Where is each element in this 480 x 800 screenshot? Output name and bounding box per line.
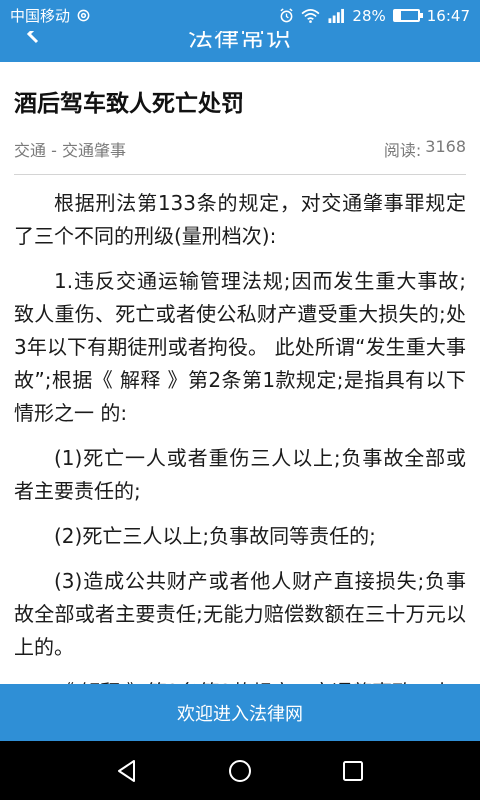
welcome-banner-button[interactable]: 欢迎进入法律网	[0, 684, 480, 741]
wifi-icon	[301, 9, 320, 23]
status-right: 28% 16:47	[279, 7, 470, 25]
page-title: 法律常识	[187, 31, 292, 52]
nav-back-button[interactable]	[112, 756, 142, 786]
article-content: 根据刑法第133条的规定，对交通肇事罪规定了三个不同的刑级(量刑档次): 1.违…	[14, 187, 466, 684]
paragraph: (1)死亡一人或者重伤三人以上;负事故全部或者主要责任的;	[14, 446, 466, 503]
article-category[interactable]: 交通 - 交通肇事	[14, 137, 126, 161]
carrier-label: 中国移动	[10, 7, 71, 25]
battery-level	[394, 11, 402, 20]
nav-home-button[interactable]	[225, 756, 255, 786]
paragraph: 根据刑法第133条的规定，对交通肇事罪规定了三个不同的刑级(量刑档次):	[14, 191, 466, 248]
paragraph: 《 解释 》第2条第2款规定：交通肇事致一人	[14, 676, 466, 684]
read-count-value: 3168	[425, 137, 466, 156]
status-left: 中国移动	[10, 5, 91, 26]
paragraph: (3)造成公共财产或者他人财产直接损失;负事故全部或者主要责任;无能力赔偿数额在…	[14, 569, 466, 659]
article-title: 酒后驾车致人死亡处罚	[14, 91, 244, 117]
alarm-icon	[280, 8, 293, 23]
read-label: 阅读:	[383, 141, 422, 160]
app-bar: 法律常识	[0, 31, 480, 62]
paragraph: 1.违反交通运输管理法规;因而发生重大事故;致人重伤、死亡或者使公私财产遭受重大…	[14, 269, 466, 425]
welcome-banner-label: 欢迎进入法律网	[177, 703, 303, 725]
nav-recents-button[interactable]	[338, 756, 368, 786]
battery-percent: 28%	[352, 6, 386, 25]
recents-square-icon	[343, 760, 364, 781]
signal-icon	[328, 8, 345, 23]
paragraph: (2)死亡三人以上;负事故同等责任的;	[54, 524, 376, 548]
hotspot-icon	[77, 9, 90, 22]
clock: 16:47	[426, 6, 470, 25]
battery-icon	[392, 9, 423, 22]
read-count: 阅读: 3168	[384, 137, 466, 161]
article-meta: 交通 - 交通肇事 阅读: 3168	[14, 135, 466, 175]
article: 酒后驾车致人死亡处罚 交通 - 交通肇事 阅读: 3168 根据刑法第133条的…	[0, 62, 480, 684]
status-bar: 中国移动 28% 16:47	[0, 0, 480, 31]
back-triangle-icon	[117, 759, 135, 782]
system-nav-bar	[0, 741, 480, 800]
home-circle-icon	[228, 759, 251, 782]
